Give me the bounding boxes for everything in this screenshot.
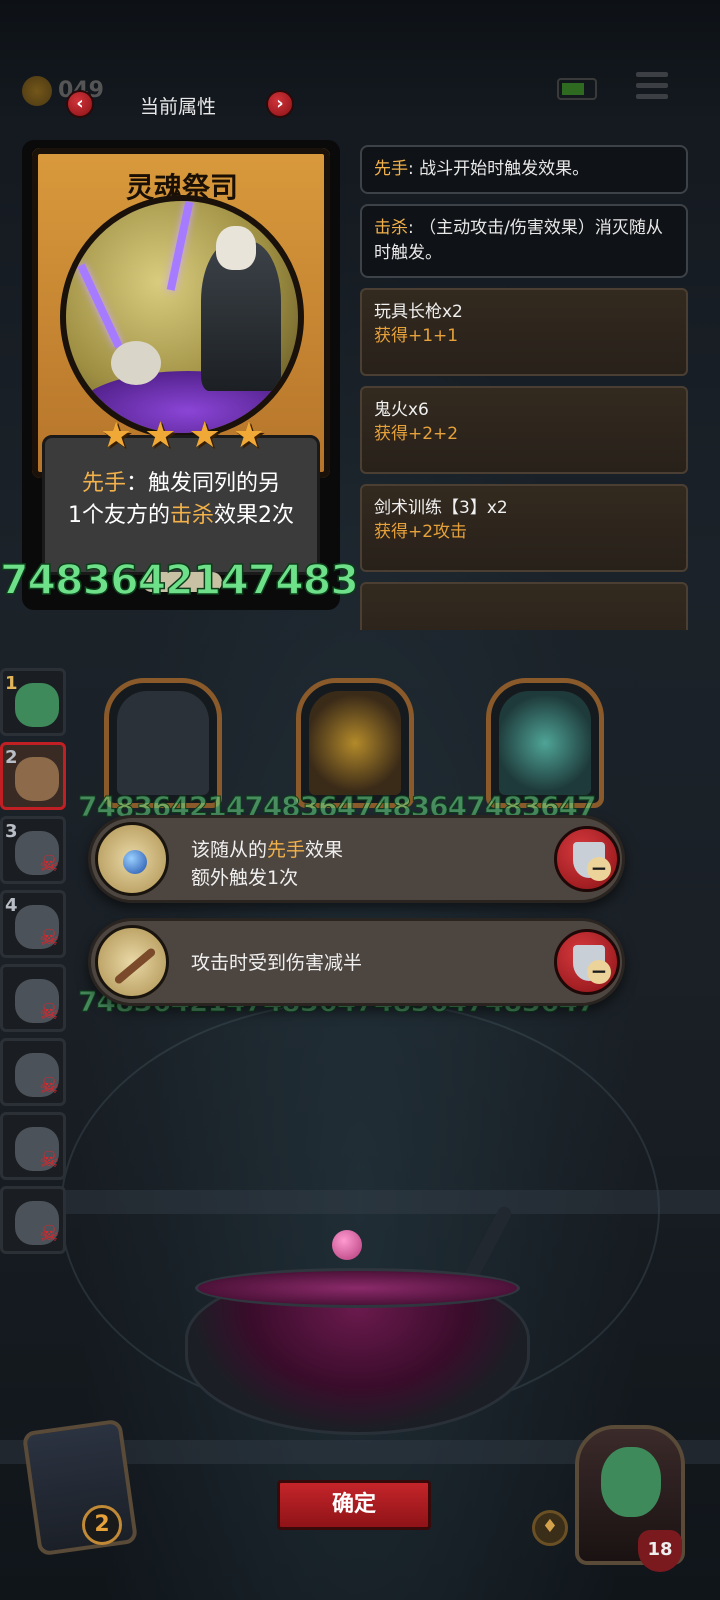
star-icon: ★ (144, 415, 177, 456)
unit-portrait (15, 757, 59, 801)
keyword-kill-box: 击杀: （主动攻击/伤害效果）消灭随从时触发。 (360, 204, 688, 278)
deck-count-badge: 2 (82, 1505, 122, 1545)
keyword-first-strike-box: 先手: 战斗开始时触发效果。 (360, 145, 688, 194)
coin-icon (22, 76, 52, 106)
minus-icon: − (587, 960, 611, 984)
keyword-first-strike: 先手 (267, 839, 306, 861)
top-bar: 049 ‹ 当前属性 › (0, 0, 720, 125)
chevron-right-icon: › (276, 93, 284, 114)
party-slot-5[interactable]: ☠ (0, 964, 66, 1032)
item-effect: 获得+2攻击 (374, 522, 468, 542)
effect-text: 该随从的先手效果 额外触发1次 (191, 839, 344, 889)
card-description: 先手：触发同列的另 1个友方的击杀效果2次 (67, 471, 294, 528)
party-slot-7[interactable]: ☠ (0, 1112, 66, 1180)
cauldron-rim (195, 1268, 520, 1308)
effect-row-half-damage: 攻击时受到伤害减半 − (88, 918, 625, 1006)
crossbow-icon (95, 925, 169, 999)
remove-effect-button[interactable]: − (554, 826, 620, 892)
star-icon: ★ (232, 415, 265, 456)
list-item (360, 582, 688, 630)
next-attribute-button[interactable]: › (266, 90, 294, 118)
skull-icon: ☠ (39, 1148, 59, 1173)
effect-text: 攻击时受到伤害减半 (191, 952, 363, 974)
menu-icon[interactable] (636, 72, 668, 102)
orb-claw-icon (95, 822, 169, 896)
party-slot-4[interactable]: 4 ☠ (0, 890, 66, 958)
deck-pile[interactable] (21, 1418, 139, 1557)
bell-icon[interactable]: ♦ (532, 1510, 568, 1546)
item-name: 玩具长枪x2 (374, 302, 463, 322)
minus-icon: − (587, 857, 611, 881)
list-item: 剑术训练【3】x2 获得+2攻击 (360, 484, 688, 572)
party-slot-2[interactable]: 2 (0, 742, 66, 810)
effect-row-extra-trigger: 该随从的先手效果 额外触发1次 − (88, 815, 625, 903)
item-effect: 获得+2+2 (374, 424, 459, 444)
lightning-bolt (166, 201, 194, 291)
lightning-bolt (77, 263, 123, 349)
list-item: 鬼火x6 获得+2+2 (360, 386, 688, 474)
skull-icon: ☠ (39, 852, 59, 877)
card-description-box: 先手：触发同列的另 1个友方的击杀效果2次 (42, 435, 320, 575)
unit-portrait (15, 683, 59, 727)
skull-icon: ☠ (39, 926, 59, 951)
priest-skull-mask (216, 226, 256, 270)
party-slot-1[interactable]: 1 (0, 668, 66, 736)
keyword-first-strike: 先手 (81, 471, 126, 496)
battery-icon (557, 78, 597, 100)
unit-card: 灵魂祭司 先手：触发同列的另 1个友方的击杀效果2次 ★ ★ ★ ★ (22, 140, 340, 610)
list-item: 玩具长枪x2 获得+1+1 (360, 288, 688, 376)
hero-hp-badge: 18 (638, 1530, 682, 1572)
cauldron-bubble (332, 1230, 362, 1260)
card-name-plate: 灵魂祭司 (82, 152, 282, 204)
page-title: 当前属性 (140, 96, 217, 118)
hero-face (601, 1447, 661, 1517)
skull-icon: ☠ (39, 1074, 59, 1099)
keyword-kill: 击杀 (169, 503, 214, 528)
party-slot-3[interactable]: 3 ☠ (0, 816, 66, 884)
star-icon: ★ (188, 415, 221, 456)
item-effect: 获得+1+1 (374, 326, 459, 346)
skull-icon: ☠ (39, 1222, 59, 1247)
remove-effect-button[interactable]: − (554, 929, 620, 995)
party-slot-6[interactable]: ☠ (0, 1038, 66, 1106)
skeleton-minion (111, 341, 161, 385)
chevron-left-icon: ‹ (76, 93, 84, 114)
star-icon: ★ (100, 415, 133, 456)
card-portrait (60, 195, 304, 439)
item-name: 鬼火x6 (374, 400, 429, 420)
wall-rail (0, 1190, 720, 1214)
item-name: 剑术训练【3】x2 (374, 498, 508, 518)
party-slot-8[interactable]: ☠ (0, 1186, 66, 1254)
board-slot-1[interactable] (104, 678, 222, 808)
overflow-number-text: 7483642147483647 (0, 556, 360, 604)
board-slot-2[interactable] (296, 678, 414, 808)
board-slot-3[interactable] (486, 678, 604, 808)
party-column: 1 2 3 ☠ 4 ☠ ☠ ☠ ☠ ☠ (0, 668, 72, 1260)
confirm-button[interactable]: 确定 (277, 1480, 431, 1530)
prev-attribute-button[interactable]: ‹ (66, 90, 94, 118)
info-list[interactable]: 先手: 战斗开始时触发效果。 击杀: （主动攻击/伤害效果）消灭随从时触发。 玩… (360, 145, 688, 630)
skull-icon: ☠ (39, 1000, 59, 1025)
star-rating: ★ ★ ★ ★ (100, 418, 265, 454)
